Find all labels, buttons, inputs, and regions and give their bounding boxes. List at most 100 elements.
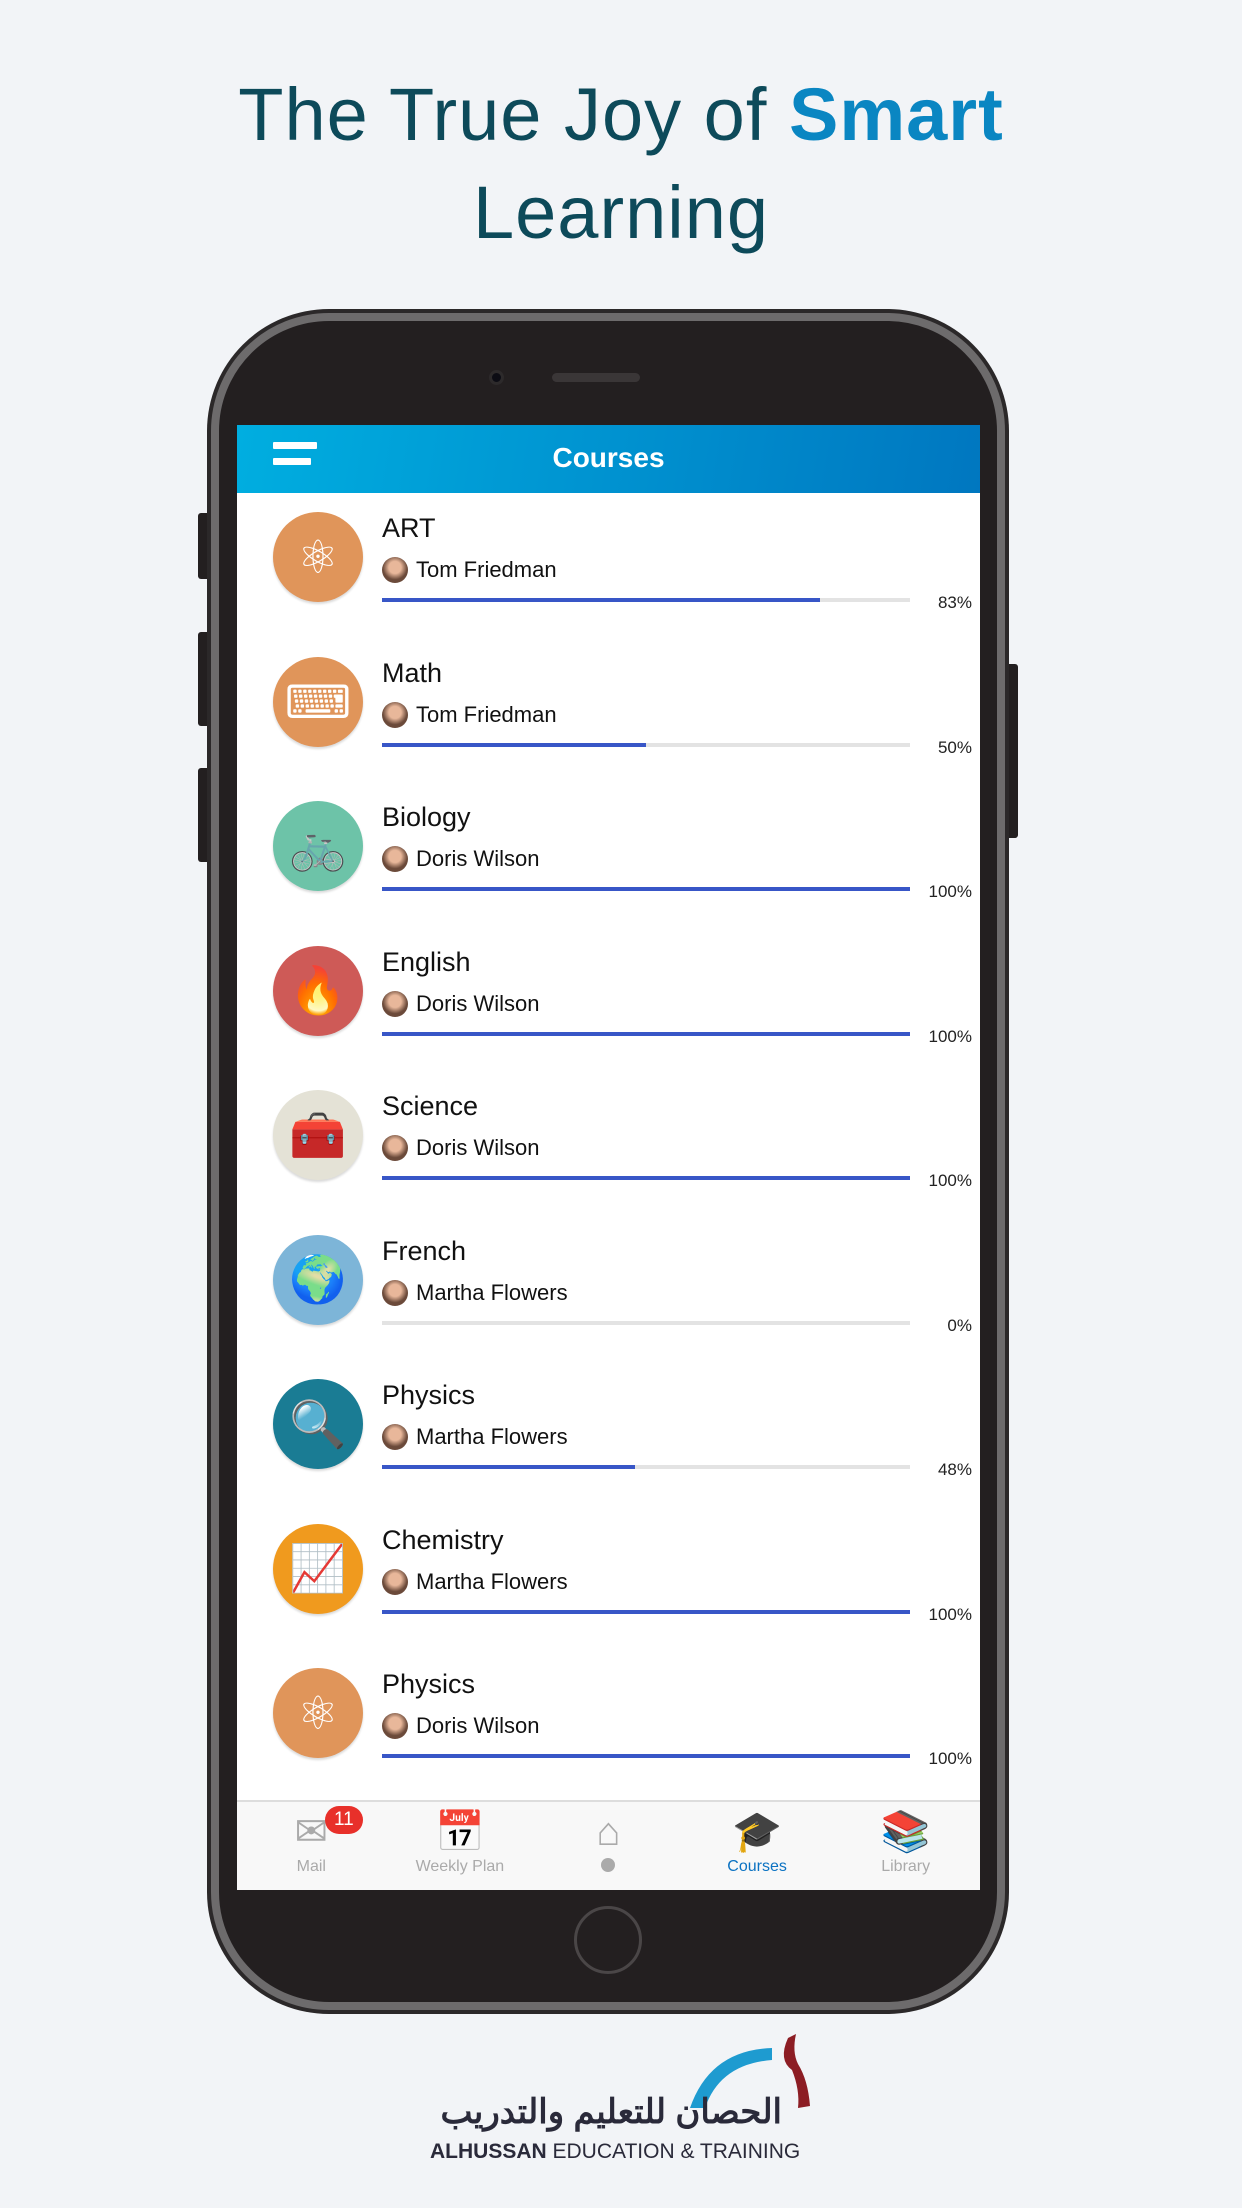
logo-english: ALHUSSAN EDUCATION & TRAINING bbox=[430, 2140, 800, 2164]
progress-fill bbox=[382, 887, 910, 891]
logo-arabic: الحصان للتعليم والتدريب bbox=[440, 2093, 782, 2131]
teacher-name: Doris Wilson bbox=[416, 1713, 540, 1738]
progress-bar bbox=[382, 1754, 910, 1758]
progress-label: 100% bbox=[928, 1604, 972, 1624]
progress-bar bbox=[382, 598, 910, 602]
teacher-name: Tom Friedman bbox=[416, 701, 557, 727]
course-title: Physics bbox=[382, 1669, 476, 1699]
teacher-avatar bbox=[382, 1568, 408, 1595]
tab-label: Library bbox=[881, 1858, 931, 1875]
course-row[interactable]: ⚛ ART Tom Friedman 83% bbox=[237, 493, 980, 638]
progress-bar bbox=[382, 1320, 910, 1325]
teacher-avatar bbox=[382, 557, 408, 583]
course-title: ART bbox=[382, 513, 436, 543]
mail-icon: ✉ bbox=[294, 1810, 329, 1854]
progress-label: 100% bbox=[928, 1749, 972, 1768]
teacher-name: Martha Flowers bbox=[416, 1424, 568, 1449]
atom-icon: ⚛ bbox=[273, 1668, 363, 1758]
teacher-name: Doris Wilson bbox=[416, 1135, 540, 1160]
home-icon: ⌂ bbox=[596, 1810, 621, 1854]
teacher: Doris Wilson bbox=[382, 990, 540, 1017]
tab-courses[interactable]: 🎓 Courses bbox=[683, 1802, 832, 1890]
books-icon: 📚 bbox=[880, 1810, 931, 1854]
volume-up-button bbox=[198, 632, 212, 726]
magnifier-icon: 🔍 bbox=[273, 1379, 363, 1469]
tab-bar: ✉ Mail 11 📅 Weekly Plan ⌂ 🎓 Courses 📚 Library bbox=[237, 1800, 980, 1890]
course-row[interactable]: 🔥 English Doris Wilson 100% bbox=[237, 927, 980, 1072]
course-title: Science bbox=[382, 1091, 479, 1121]
speaker bbox=[552, 373, 640, 382]
course-row[interactable]: ⚛ Physics Doris Wilson 100% bbox=[237, 1649, 980, 1794]
course-row[interactable]: ⌨ Math Tom Friedman 50% bbox=[237, 638, 980, 783]
globe-icon: 🌍 bbox=[273, 1234, 363, 1325]
camera bbox=[489, 370, 504, 385]
course-row[interactable]: 📈 Chemistry Martha Flowers 100% bbox=[237, 1505, 980, 1650]
headline-line1: The True Joy of Smart bbox=[0, 72, 1242, 157]
tab-library[interactable]: 📚 Library bbox=[831, 1802, 980, 1890]
progress-fill bbox=[382, 1031, 910, 1036]
tab-home[interactable]: ⌂ bbox=[534, 1802, 683, 1890]
power-button bbox=[1004, 664, 1018, 838]
page-title: Courses bbox=[552, 442, 665, 473]
course-row[interactable]: 🧰 Science Doris Wilson 100% bbox=[237, 1071, 980, 1216]
unread-badge: 11 bbox=[325, 1806, 363, 1834]
progress-fill bbox=[382, 1176, 910, 1180]
home-indicator-dot bbox=[601, 1858, 616, 1872]
progress-bar bbox=[382, 887, 910, 891]
tab-weekly-plan[interactable]: 📅 Weekly Plan bbox=[386, 1802, 535, 1890]
toolbox-icon: 🧰 bbox=[273, 1090, 363, 1180]
graduation-cap-icon: 🎓 bbox=[732, 1810, 782, 1854]
progress-label: 83% bbox=[937, 593, 972, 612]
progress-label: 0% bbox=[947, 1315, 972, 1335]
course-title: Math bbox=[382, 657, 443, 688]
headline-line2: Learning bbox=[472, 171, 769, 254]
logo: الحصان للتعليم والتدريب ALHUSSAN EDUCATI… bbox=[420, 2030, 820, 2170]
teacher: Tom Friedman bbox=[382, 557, 557, 583]
progress-label: 100% bbox=[928, 1026, 972, 1046]
teacher-avatar bbox=[382, 701, 408, 728]
course-title: English bbox=[382, 946, 471, 977]
teacher-name: Doris Wilson bbox=[416, 846, 540, 871]
progress-bar bbox=[382, 1609, 910, 1614]
teacher-avatar bbox=[382, 1713, 408, 1739]
tab-mail[interactable]: ✉ Mail 11 bbox=[237, 1802, 386, 1890]
teacher: Doris Wilson bbox=[382, 1713, 539, 1739]
progress-label: 100% bbox=[928, 1171, 972, 1190]
app-screen: Courses ⚛ ART Tom Friedman 83% ⌨ Math Tom… bbox=[237, 425, 980, 1890]
course-row[interactable]: 🚲 Biology Doris Wilson 100% bbox=[237, 782, 980, 927]
top-bar: Courses bbox=[237, 425, 980, 493]
course-list: ⚛ ART Tom Friedman 83% ⌨ Math Tom Friedma… bbox=[237, 493, 980, 1794]
progress-fill bbox=[382, 1609, 910, 1614]
teacher-avatar bbox=[382, 1424, 408, 1450]
course-row[interactable]: 🔍 Physics Martha Flowers 48% bbox=[237, 1360, 980, 1505]
teacher-name: Tom Friedman bbox=[416, 557, 557, 582]
tab-label: Courses bbox=[727, 1858, 787, 1875]
keyboard-icon: ⌨ bbox=[273, 656, 363, 747]
teacher-avatar bbox=[382, 1279, 408, 1306]
progress-fill bbox=[382, 1465, 636, 1469]
course-title: French bbox=[382, 1235, 467, 1266]
course-title: Chemistry bbox=[382, 1524, 504, 1555]
logo-brand: ALHUSSAN bbox=[430, 2140, 547, 2163]
teacher: Tom Friedman bbox=[382, 701, 557, 728]
progress-label: 48% bbox=[937, 1460, 972, 1479]
teacher-name: Martha Flowers bbox=[416, 1568, 568, 1594]
volume-down-button bbox=[198, 768, 212, 862]
teacher-name: Doris Wilson bbox=[416, 990, 540, 1016]
course-title: Physics bbox=[382, 1380, 476, 1410]
teacher-avatar bbox=[382, 1135, 408, 1161]
atom-icon: ⚛ bbox=[273, 512, 363, 602]
flame-icon: 🔥 bbox=[273, 945, 363, 1036]
teacher: Martha Flowers bbox=[382, 1279, 568, 1306]
progress-label: 50% bbox=[937, 737, 972, 757]
logo-rest: EDUCATION & TRAINING bbox=[546, 2140, 801, 2163]
course-row[interactable]: 🌍 French Martha Flowers 0% bbox=[237, 1216, 980, 1361]
teacher: Doris Wilson bbox=[382, 1135, 539, 1161]
bicycle-icon: 🚲 bbox=[273, 801, 363, 891]
mute-switch bbox=[198, 513, 212, 579]
headline-text: The True Joy of bbox=[238, 73, 789, 156]
home-button[interactable] bbox=[574, 1906, 642, 1974]
progress-fill bbox=[382, 1754, 910, 1758]
progress-bar bbox=[382, 1031, 910, 1036]
teacher: Doris Wilson bbox=[382, 846, 539, 872]
